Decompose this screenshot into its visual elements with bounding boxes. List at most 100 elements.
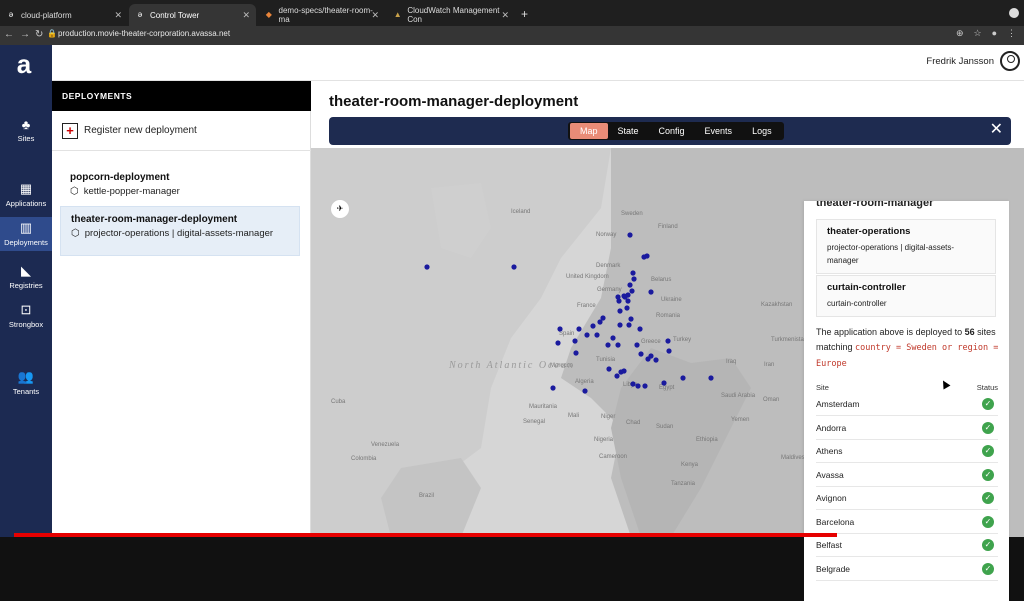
site-dot[interactable]: [626, 322, 632, 328]
site-dot[interactable]: [617, 308, 623, 314]
site-dot[interactable]: [665, 338, 671, 344]
site-name: Barcelona: [816, 516, 855, 527]
browser-menu-icon[interactable]: [1009, 8, 1019, 18]
site-name: Avignon: [816, 493, 847, 503]
site-row[interactable]: Belgrade ✓: [816, 558, 998, 581]
close-icon[interactable]: ✕: [501, 10, 509, 21]
site-dot[interactable]: [642, 383, 648, 389]
nav-strongbox[interactable]: ⊡ Strongbox: [0, 302, 52, 332]
site-dot[interactable]: [618, 369, 624, 375]
site-dot[interactable]: [550, 385, 556, 391]
nav-tenants[interactable]: 👥 Tenants: [0, 369, 52, 399]
site-dot[interactable]: [617, 322, 623, 328]
tab-events[interactable]: Events: [695, 123, 743, 139]
site-dot[interactable]: [614, 373, 620, 379]
back-icon[interactable]: ←: [4, 29, 14, 40]
site-dot[interactable]: [630, 270, 636, 276]
site-dot[interactable]: [630, 381, 636, 387]
site-dot[interactable]: [555, 340, 561, 346]
site-dot[interactable]: [621, 293, 627, 299]
close-icon[interactable]: ✕: [114, 10, 122, 21]
tab-map[interactable]: Map: [570, 123, 608, 139]
site-row[interactable]: Andorra ✓: [816, 417, 998, 440]
site-dot[interactable]: [634, 342, 640, 348]
tab-logs[interactable]: Logs: [742, 123, 782, 139]
user-name[interactable]: Fredrik Jansson: [926, 56, 994, 67]
zoom-icon[interactable]: ⊕: [956, 28, 964, 39]
site-dot[interactable]: [638, 351, 644, 357]
site-dot[interactable]: [606, 366, 612, 372]
site-dot[interactable]: [594, 332, 600, 338]
site-dot[interactable]: [573, 350, 579, 356]
site-dot[interactable]: [616, 298, 622, 304]
url-field[interactable]: production.movie-theater-corporation.ava…: [58, 29, 230, 38]
site-dot[interactable]: [629, 288, 635, 294]
site-dot[interactable]: [511, 264, 517, 270]
close-icon[interactable]: ✕: [990, 120, 1003, 140]
tab-config[interactable]: Config: [649, 123, 695, 139]
deployments-panel: DEPLOYMENTS + Register new deployment po…: [52, 81, 311, 537]
site-dot[interactable]: [680, 375, 686, 381]
site-dot[interactable]: [605, 342, 611, 348]
menu-icon[interactable]: ⋮: [1007, 28, 1016, 39]
site-dot[interactable]: [615, 342, 621, 348]
nav-registries[interactable]: ◣ Registries: [0, 263, 52, 293]
site-dot[interactable]: [627, 232, 633, 238]
site-dot[interactable]: [597, 319, 603, 325]
site-dot[interactable]: [590, 323, 596, 329]
user-avatar-icon[interactable]: [1000, 51, 1020, 71]
site-row[interactable]: Avassa ✓: [816, 464, 998, 487]
tab-control-tower[interactable]: ə Control Tower ✕: [129, 4, 256, 26]
site-dot[interactable]: [627, 282, 633, 288]
profile-icon[interactable]: ●: [992, 28, 997, 39]
close-icon[interactable]: ✕: [242, 10, 250, 21]
site-row[interactable]: Amsterdam ✓: [816, 393, 998, 416]
forward-icon[interactable]: →: [20, 29, 30, 40]
avassa-logo[interactable]: a: [9, 51, 39, 77]
register-deployment-button[interactable]: + Register new deployment: [52, 111, 311, 151]
site-dot[interactable]: [666, 348, 672, 354]
site-dot[interactable]: [631, 276, 637, 282]
site-row[interactable]: Barcelona ✓: [816, 511, 998, 534]
nav-sites[interactable]: ♣ Sites: [0, 117, 52, 151]
site-row[interactable]: Avignon ✓: [816, 487, 998, 510]
site-dot[interactable]: [624, 305, 630, 311]
site-dot[interactable]: [653, 357, 659, 363]
map-label-tunisia: Tunisia: [596, 357, 616, 363]
map-label-kenya: Kenya: [681, 462, 699, 468]
site-row[interactable]: Belfast ✓: [816, 534, 998, 557]
tab-state[interactable]: State: [608, 123, 649, 139]
reload-icon[interactable]: ↻: [35, 29, 43, 40]
site-dot[interactable]: [661, 380, 667, 386]
site-dot[interactable]: [648, 289, 654, 295]
status-ok-icon: ✓: [982, 398, 994, 410]
site-row[interactable]: Athens ✓: [816, 440, 998, 463]
close-icon[interactable]: ✕: [371, 10, 379, 21]
site-dot[interactable]: [645, 356, 651, 362]
new-tab-button[interactable]: +: [521, 7, 528, 21]
info-panel: theater-room-manager theater-operations …: [804, 201, 1009, 601]
map-label-nigeria: Nigeria: [594, 437, 614, 443]
deployment-item-selected[interactable]: theater-room-manager-deployment ⬡ project…: [60, 206, 300, 256]
site-dot[interactable]: [708, 375, 714, 381]
site-dot[interactable]: [584, 332, 590, 338]
site-dot[interactable]: [557, 326, 563, 332]
site-dot[interactable]: [641, 254, 647, 260]
site-dot[interactable]: [610, 335, 616, 341]
site-dot[interactable]: [572, 338, 578, 344]
nav-deployments[interactable]: ▥ Deployments: [0, 217, 52, 251]
star-icon[interactable]: ☆: [973, 28, 981, 39]
tab-demo-specs[interactable]: ◆ demo-specs/theater-room-ma ✕: [258, 4, 385, 26]
site-dot[interactable]: [424, 264, 430, 270]
site-dot[interactable]: [637, 326, 643, 332]
site-dot[interactable]: [628, 316, 634, 322]
site-dot[interactable]: [576, 326, 582, 332]
nav-applications[interactable]: ▦ Applications: [0, 181, 52, 211]
map-layers-icon[interactable]: ✈: [330, 199, 350, 219]
site-dot[interactable]: [582, 388, 588, 394]
site-dot[interactable]: [635, 383, 641, 389]
tab-cloud-platform[interactable]: ə cloud-platform ✕: [0, 4, 128, 26]
deployment-summary: The application above is deployed to 56 …: [816, 325, 1001, 372]
tab-cloudwatch[interactable]: ▲ CloudWatch Management Con ✕: [387, 4, 515, 26]
site-name: Belfast: [816, 540, 842, 550]
